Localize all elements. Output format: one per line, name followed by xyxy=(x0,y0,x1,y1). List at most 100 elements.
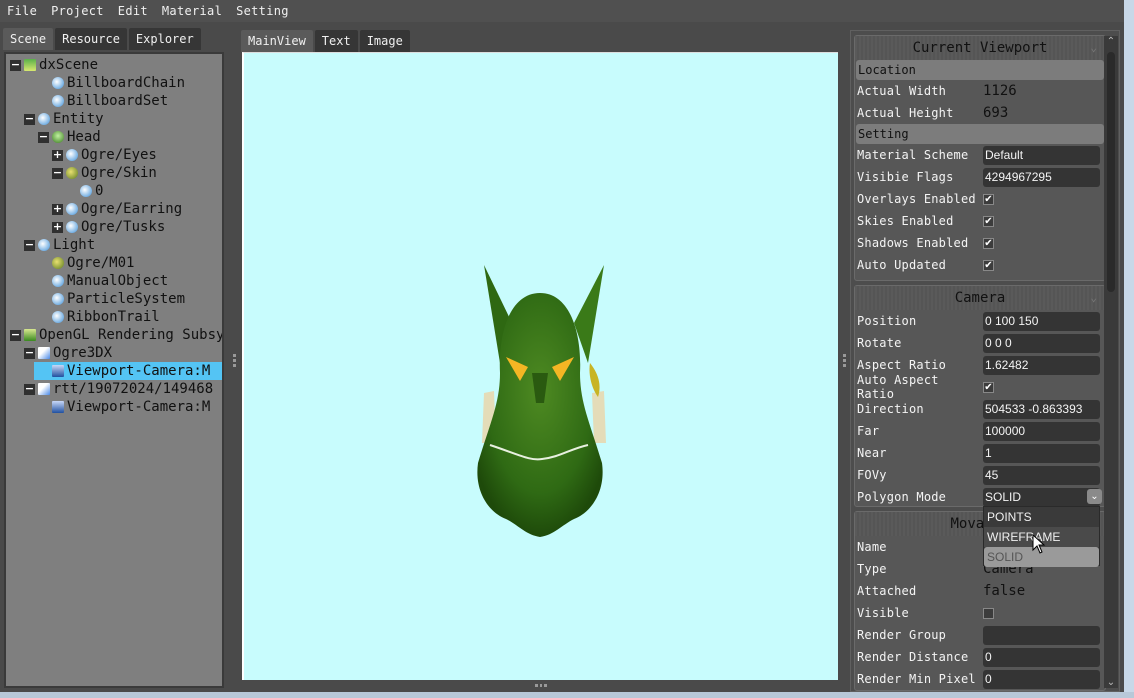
visible-flags-input[interactable]: 4294967295 xyxy=(983,167,1100,187)
tree-item-label: Ogre/Eyes xyxy=(81,147,157,163)
object-icon xyxy=(38,113,50,125)
prop-far: Far 100000 xyxy=(855,420,1105,442)
scene-tree[interactable]: − dxScene BillboardChain BillboardSet − Entit… xyxy=(4,52,224,688)
render-distance-input[interactable]: 0 xyxy=(983,647,1100,667)
tree-item[interactable]: + Ogre/Earring xyxy=(52,200,182,218)
scroll-up-icon[interactable]: ⌃ xyxy=(1104,36,1118,47)
menu-project[interactable]: Project xyxy=(51,4,104,18)
tree-item[interactable]: − Head xyxy=(38,128,101,146)
tree-item[interactable]: BillboardChain xyxy=(52,74,185,92)
menu-edit[interactable]: Edit xyxy=(118,4,148,18)
collapse-icon[interactable]: − xyxy=(24,239,35,251)
tab-explorer[interactable]: Explorer xyxy=(128,28,201,50)
tree-item[interactable]: ManualObject xyxy=(52,272,168,290)
render-min-pixel-input[interactable]: 0 xyxy=(983,669,1100,689)
tree-item[interactable]: − Ogre3DX xyxy=(24,344,112,362)
bottom-splitter-handle[interactable] xyxy=(535,684,548,689)
auto-aspect-ratio-checkbox[interactable]: ✔ xyxy=(983,381,994,393)
tree-item[interactable]: Viewport-Camera:M xyxy=(34,362,222,380)
scrollbar-thumb[interactable] xyxy=(1107,52,1115,292)
tree-item[interactable]: Ogre/M01 xyxy=(52,254,134,272)
rotate-input[interactable]: 0 0 0 xyxy=(983,333,1100,353)
skies-enabled-checkbox[interactable]: ✔ xyxy=(983,215,994,227)
tree-item[interactable]: − OpenGL Rendering Subsystem xyxy=(10,326,222,344)
right-splitter-handle[interactable] xyxy=(843,354,846,369)
collapse-icon[interactable]: − xyxy=(24,383,35,395)
tree-item[interactable]: 0 xyxy=(80,182,103,200)
tree-item-label: ManualObject xyxy=(67,273,169,289)
fovy-input[interactable]: 45 xyxy=(983,465,1100,485)
prop-visible-flags: Visibie Flags 4294967295 xyxy=(855,166,1105,188)
tree-item[interactable]: RibbonTrail xyxy=(52,308,160,326)
camera-group: Camera ⌄ Position 0 100 150 Rotate 0 0 0… xyxy=(854,285,1106,507)
direction-label: Direction xyxy=(857,402,924,416)
prop-shadows-enabled: Shadows Enabled ✔ xyxy=(855,232,1105,254)
tree-item[interactable]: ParticleSystem xyxy=(52,290,185,308)
properties-scrollbar[interactable]: ⌃ ⌄ xyxy=(1104,36,1118,688)
tree-item[interactable]: − rtt/19072024/149468 xyxy=(24,380,213,398)
collapse-icon[interactable]: − xyxy=(10,329,21,341)
tab-image[interactable]: Image xyxy=(359,30,410,52)
collapse-chevron-icon[interactable]: ⌄ xyxy=(1090,286,1097,310)
tab-scene[interactable]: Scene xyxy=(3,28,54,50)
collapse-icon[interactable]: − xyxy=(10,59,21,71)
tree-item[interactable]: + Ogre/Eyes xyxy=(52,146,157,164)
menu-setting[interactable]: Setting xyxy=(236,4,289,18)
prop-polygon-mode: Polygon Mode SOLID ⌄ xyxy=(855,486,1105,508)
attached-label: Attached xyxy=(857,584,917,598)
location-section: Location xyxy=(856,60,1104,80)
prop-overlays-enabled: Overlays Enabled ✔ xyxy=(855,188,1105,210)
render-group-input[interactable] xyxy=(983,625,1100,645)
menu-material[interactable]: Material xyxy=(162,4,222,18)
menu-file[interactable]: File xyxy=(7,4,37,18)
auto-updated-checkbox[interactable]: ✔ xyxy=(983,259,994,271)
overlays-enabled-checkbox[interactable]: ✔ xyxy=(983,193,994,205)
attached-value: false xyxy=(983,583,1026,599)
visible-checkbox[interactable] xyxy=(983,607,994,619)
rotate-label: Rotate xyxy=(857,336,902,350)
tree-item[interactable]: + Ogre/Tusks xyxy=(52,218,165,236)
chevron-down-icon[interactable]: ⌄ xyxy=(1087,489,1102,504)
tree-item[interactable]: − Light xyxy=(24,236,95,254)
polygon-mode-select[interactable]: SOLID xyxy=(983,487,1100,507)
menu-bar: File Project Edit Material Setting xyxy=(0,0,1134,22)
shadows-enabled-checkbox[interactable]: ✔ xyxy=(983,237,994,249)
aspect-ratio-input[interactable]: 1.62482 xyxy=(983,355,1100,375)
direction-input[interactable]: 504533 -0.863393 xyxy=(983,399,1100,419)
prop-position: Position 0 100 150 xyxy=(855,310,1105,332)
3d-viewport[interactable] xyxy=(242,52,838,680)
tusk-right xyxy=(592,391,606,443)
tree-item[interactable]: − Ogre/Skin xyxy=(52,164,157,182)
expand-icon[interactable]: + xyxy=(52,221,63,233)
tree-item[interactable]: − Entity xyxy=(24,110,104,128)
tab-text[interactable]: Text xyxy=(314,30,358,52)
near-input[interactable]: 1 xyxy=(983,443,1100,463)
current-viewport-group: Current Viewport ⌄ Location Actual Width… xyxy=(854,35,1106,281)
current-viewport-header[interactable]: Current Viewport ⌄ xyxy=(855,36,1105,60)
scroll-down-icon[interactable]: ⌄ xyxy=(1104,677,1118,688)
expand-icon[interactable]: + xyxy=(52,203,63,215)
name-label: Name xyxy=(857,540,887,554)
tree-item-label: Entity xyxy=(53,111,104,127)
position-input[interactable]: 0 100 150 xyxy=(983,311,1100,331)
material-scheme-input[interactable]: Default xyxy=(983,145,1100,165)
collapse-icon[interactable]: − xyxy=(24,347,35,359)
collapse-icon[interactable]: − xyxy=(24,113,35,125)
camera-header[interactable]: Camera ⌄ xyxy=(855,286,1105,310)
collapse-icon[interactable]: − xyxy=(38,131,49,143)
far-input[interactable]: 100000 xyxy=(983,421,1100,441)
scene-panel: Scene Resource Explorer − dxScene Billboar… xyxy=(0,28,230,692)
actual-height-value: 693 xyxy=(983,105,1009,121)
tree-item[interactable]: − dxScene xyxy=(10,56,98,74)
option-points[interactable]: POINTS xyxy=(984,507,1099,527)
expand-icon[interactable]: + xyxy=(52,149,63,161)
collapse-icon[interactable]: − xyxy=(52,167,63,179)
near-label: Near xyxy=(857,446,887,460)
tree-item[interactable]: BillboardSet xyxy=(52,92,168,110)
left-splitter-handle[interactable] xyxy=(233,354,236,369)
tree-item[interactable]: Viewport-Camera:M xyxy=(52,398,210,416)
collapse-chevron-icon[interactable]: ⌄ xyxy=(1090,36,1097,60)
tab-mainview[interactable]: MainView xyxy=(241,30,313,52)
object-icon xyxy=(66,203,78,215)
tab-resource[interactable]: Resource xyxy=(55,28,127,50)
